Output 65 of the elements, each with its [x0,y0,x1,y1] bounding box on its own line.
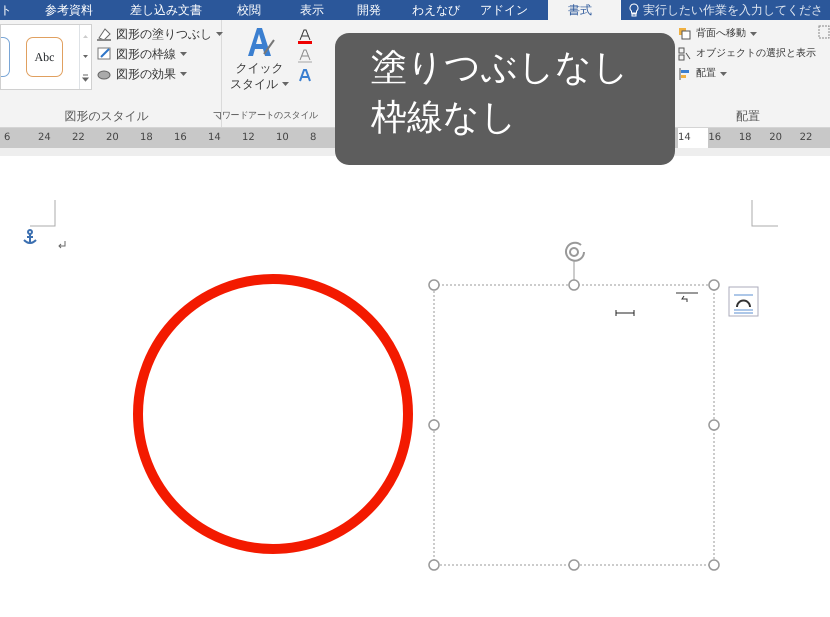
ribbon-command[interactable]: 図形の効果 [116,64,176,84]
lightbulb-icon [629,3,639,17]
caption-line: 塗りつぶしなし [371,46,629,90]
ruler-number: 8 [310,131,318,145]
ribbon-tab[interactable]: 表示 [300,0,357,20]
ruler-number: 10 [276,131,290,145]
ribbon-tab[interactable]: 書式 [548,0,620,20]
resize-handle[interactable] [568,559,580,571]
ribbon-command[interactable]: 図形の枠線 [116,44,176,64]
ruler-number: 24 [38,131,52,145]
ruler-number: 14 [678,128,708,148]
ruler-number: 20 [106,131,120,145]
group-label: ワードアートのスタイル [222,110,318,123]
send-backward-icon [678,27,692,41]
resize-handle[interactable] [428,279,440,291]
ribbon-tab[interactable]: 差し込み文書 [130,0,237,20]
resize-handle[interactable] [708,279,720,291]
cursor-icon [616,310,634,316]
resize-handle[interactable] [568,279,580,291]
ribbon-tab[interactable]: 開発 [357,0,412,20]
ribbon-tab[interactable]: ト [0,0,45,20]
resize-handle[interactable] [428,559,440,571]
quick-styles-button[interactable]: クイック スタイル [230,24,289,109]
ruler-number: 18 [738,131,753,145]
circle-shape[interactable] [133,274,413,554]
style-preset[interactable] [1,37,10,77]
tell-me-field[interactable]: 実行したい作業を入力してくださ [643,0,823,20]
ribbon-tab[interactable]: 校閲 [237,0,300,20]
ruler-number: 20 [769,131,783,145]
margin-corner-mark [752,200,778,226]
ruler-number: 16 [708,131,722,145]
resize-handle[interactable] [708,419,720,431]
style-preset[interactable]: Abc [26,37,63,77]
pen-icon [96,46,112,62]
ribbon-tab[interactable]: わえなび [412,0,480,20]
ruler-number: 6 [4,131,12,145]
align-icon [678,67,692,81]
group-label: 図形のスタイル [64,109,150,123]
ribbon-command[interactable]: 配置 [696,64,716,84]
ribbon-command[interactable]: オブジェクトの選択と表示 [696,44,816,64]
text-fill-icon[interactable] [297,28,313,44]
anchor-icon [23,229,37,245]
ruler-number: 22 [72,131,86,145]
ribbon-command[interactable]: 背面へ移動 [696,24,746,44]
margin-corner-mark [30,200,56,226]
ruler-number: 16 [174,131,188,145]
selection-pane-icon [678,47,692,61]
ribbon-command[interactable]: 図形の塗りつぶし [116,24,212,44]
group-icon[interactable] [818,24,830,40]
ribbon-tab[interactable]: 参考資料 [45,0,130,20]
paragraph-mark [58,240,66,248]
ruler-number: 14 [208,131,222,145]
resize-handle[interactable] [428,419,440,431]
ruler-number: 18 [140,131,154,145]
style-gallery[interactable]: Abc [0,24,92,90]
rotate-handle[interactable] [565,242,585,280]
group-label: 配置 [736,109,760,123]
ruler-number: 22 [800,131,814,145]
resize-handle[interactable] [708,559,720,571]
ruler-number: 12 [242,131,256,145]
dialog-launcher-icon[interactable] [213,112,221,120]
text-effects-icon[interactable] [297,68,313,84]
ribbon-tab[interactable]: アドイン [480,0,548,20]
layout-options-icon[interactable] [728,286,758,316]
caption-line: 枠線なし [371,96,517,140]
